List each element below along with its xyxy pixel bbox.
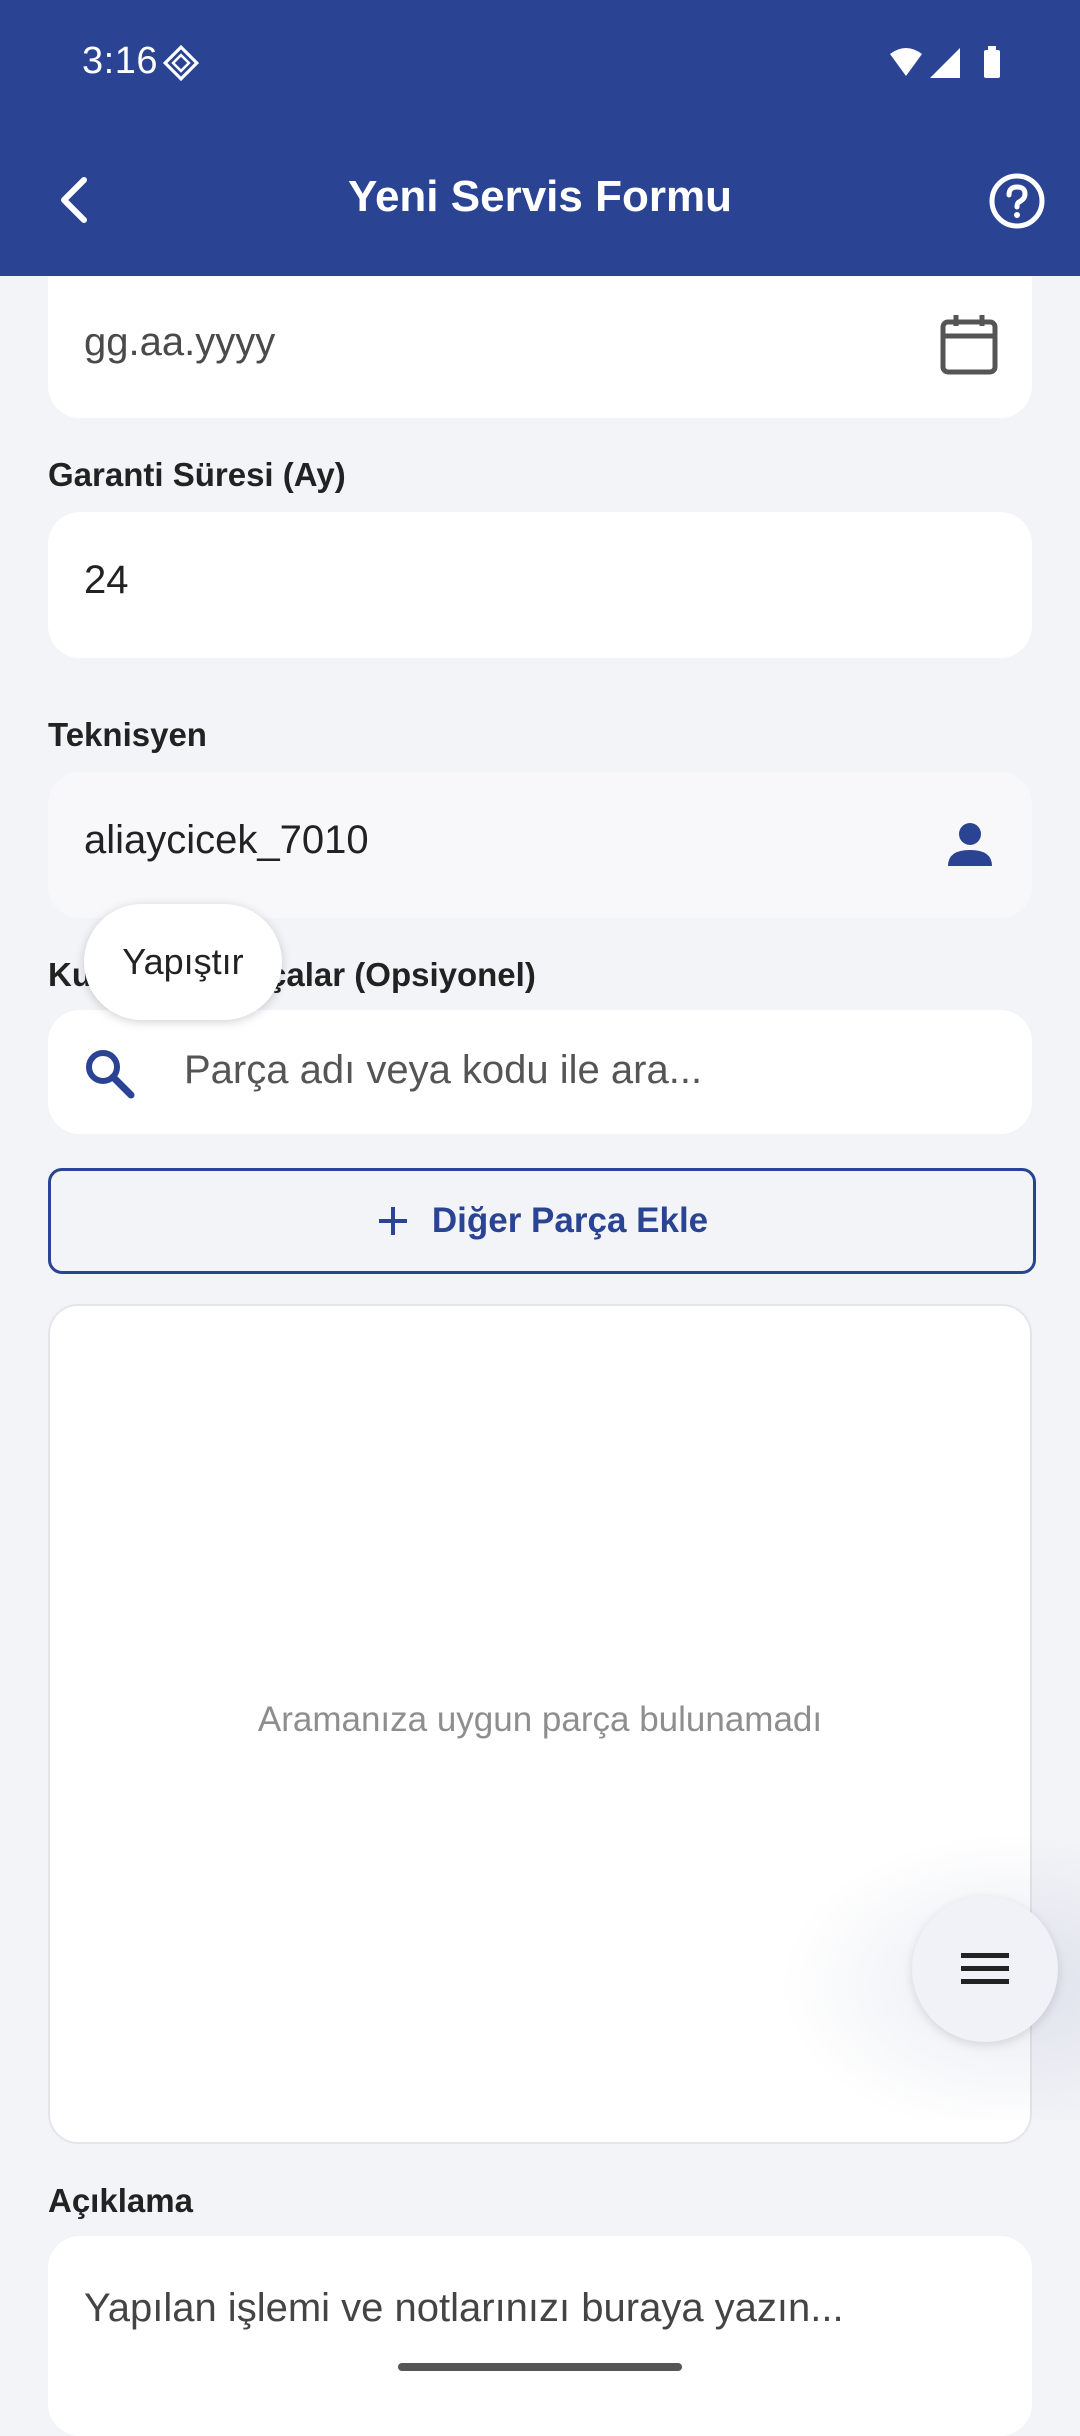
- help-icon[interactable]: [988, 172, 1046, 230]
- page-title: Yeni Servis Formu: [348, 172, 732, 221]
- description-label: Açıklama: [48, 2182, 193, 2219]
- status-time: 3:16: [82, 40, 158, 82]
- menu-icon: [961, 1953, 1009, 1984]
- search-icon: [86, 1050, 135, 1099]
- empty-results-message: Aramanıza uygun parça bulunamadı: [257, 1700, 823, 1739]
- warranty-field[interactable]: [48, 512, 1032, 658]
- menu-fab[interactable]: [912, 1896, 1058, 2042]
- warranty-label: Garanti Süresi (Ay): [48, 456, 346, 493]
- add-part-button-content[interactable]: Diğer Parça Ekle: [48, 1168, 1036, 1274]
- person-icon: [948, 823, 992, 866]
- technician-label: Teknisyen: [48, 716, 207, 753]
- signal-icon: [930, 48, 960, 78]
- status-icons: [890, 46, 1000, 78]
- battery-icon: [984, 50, 1000, 78]
- home-indicator[interactable]: [398, 2363, 682, 2371]
- search-placeholder: Parça adı veya kodu ile ara...: [184, 1048, 703, 1092]
- notification-icon: [162, 44, 200, 82]
- technician-value: aliaycicek_7010: [84, 818, 369, 862]
- wifi-icon: [890, 48, 922, 76]
- description-input[interactable]: [48, 2236, 1032, 2436]
- plus-icon: [378, 1207, 407, 1235]
- date-placeholder: gg.aa.yyyy: [84, 320, 276, 364]
- calendar-icon[interactable]: [938, 312, 1000, 378]
- add-part-label: Diğer Parça Ekle: [431, 1201, 709, 1240]
- paste-button[interactable]: Yapıştır: [84, 904, 282, 1020]
- warranty-value: 24: [84, 558, 129, 602]
- description-placeholder: Yapılan işlemi ve notlarınızı buraya yaz…: [84, 2286, 844, 2330]
